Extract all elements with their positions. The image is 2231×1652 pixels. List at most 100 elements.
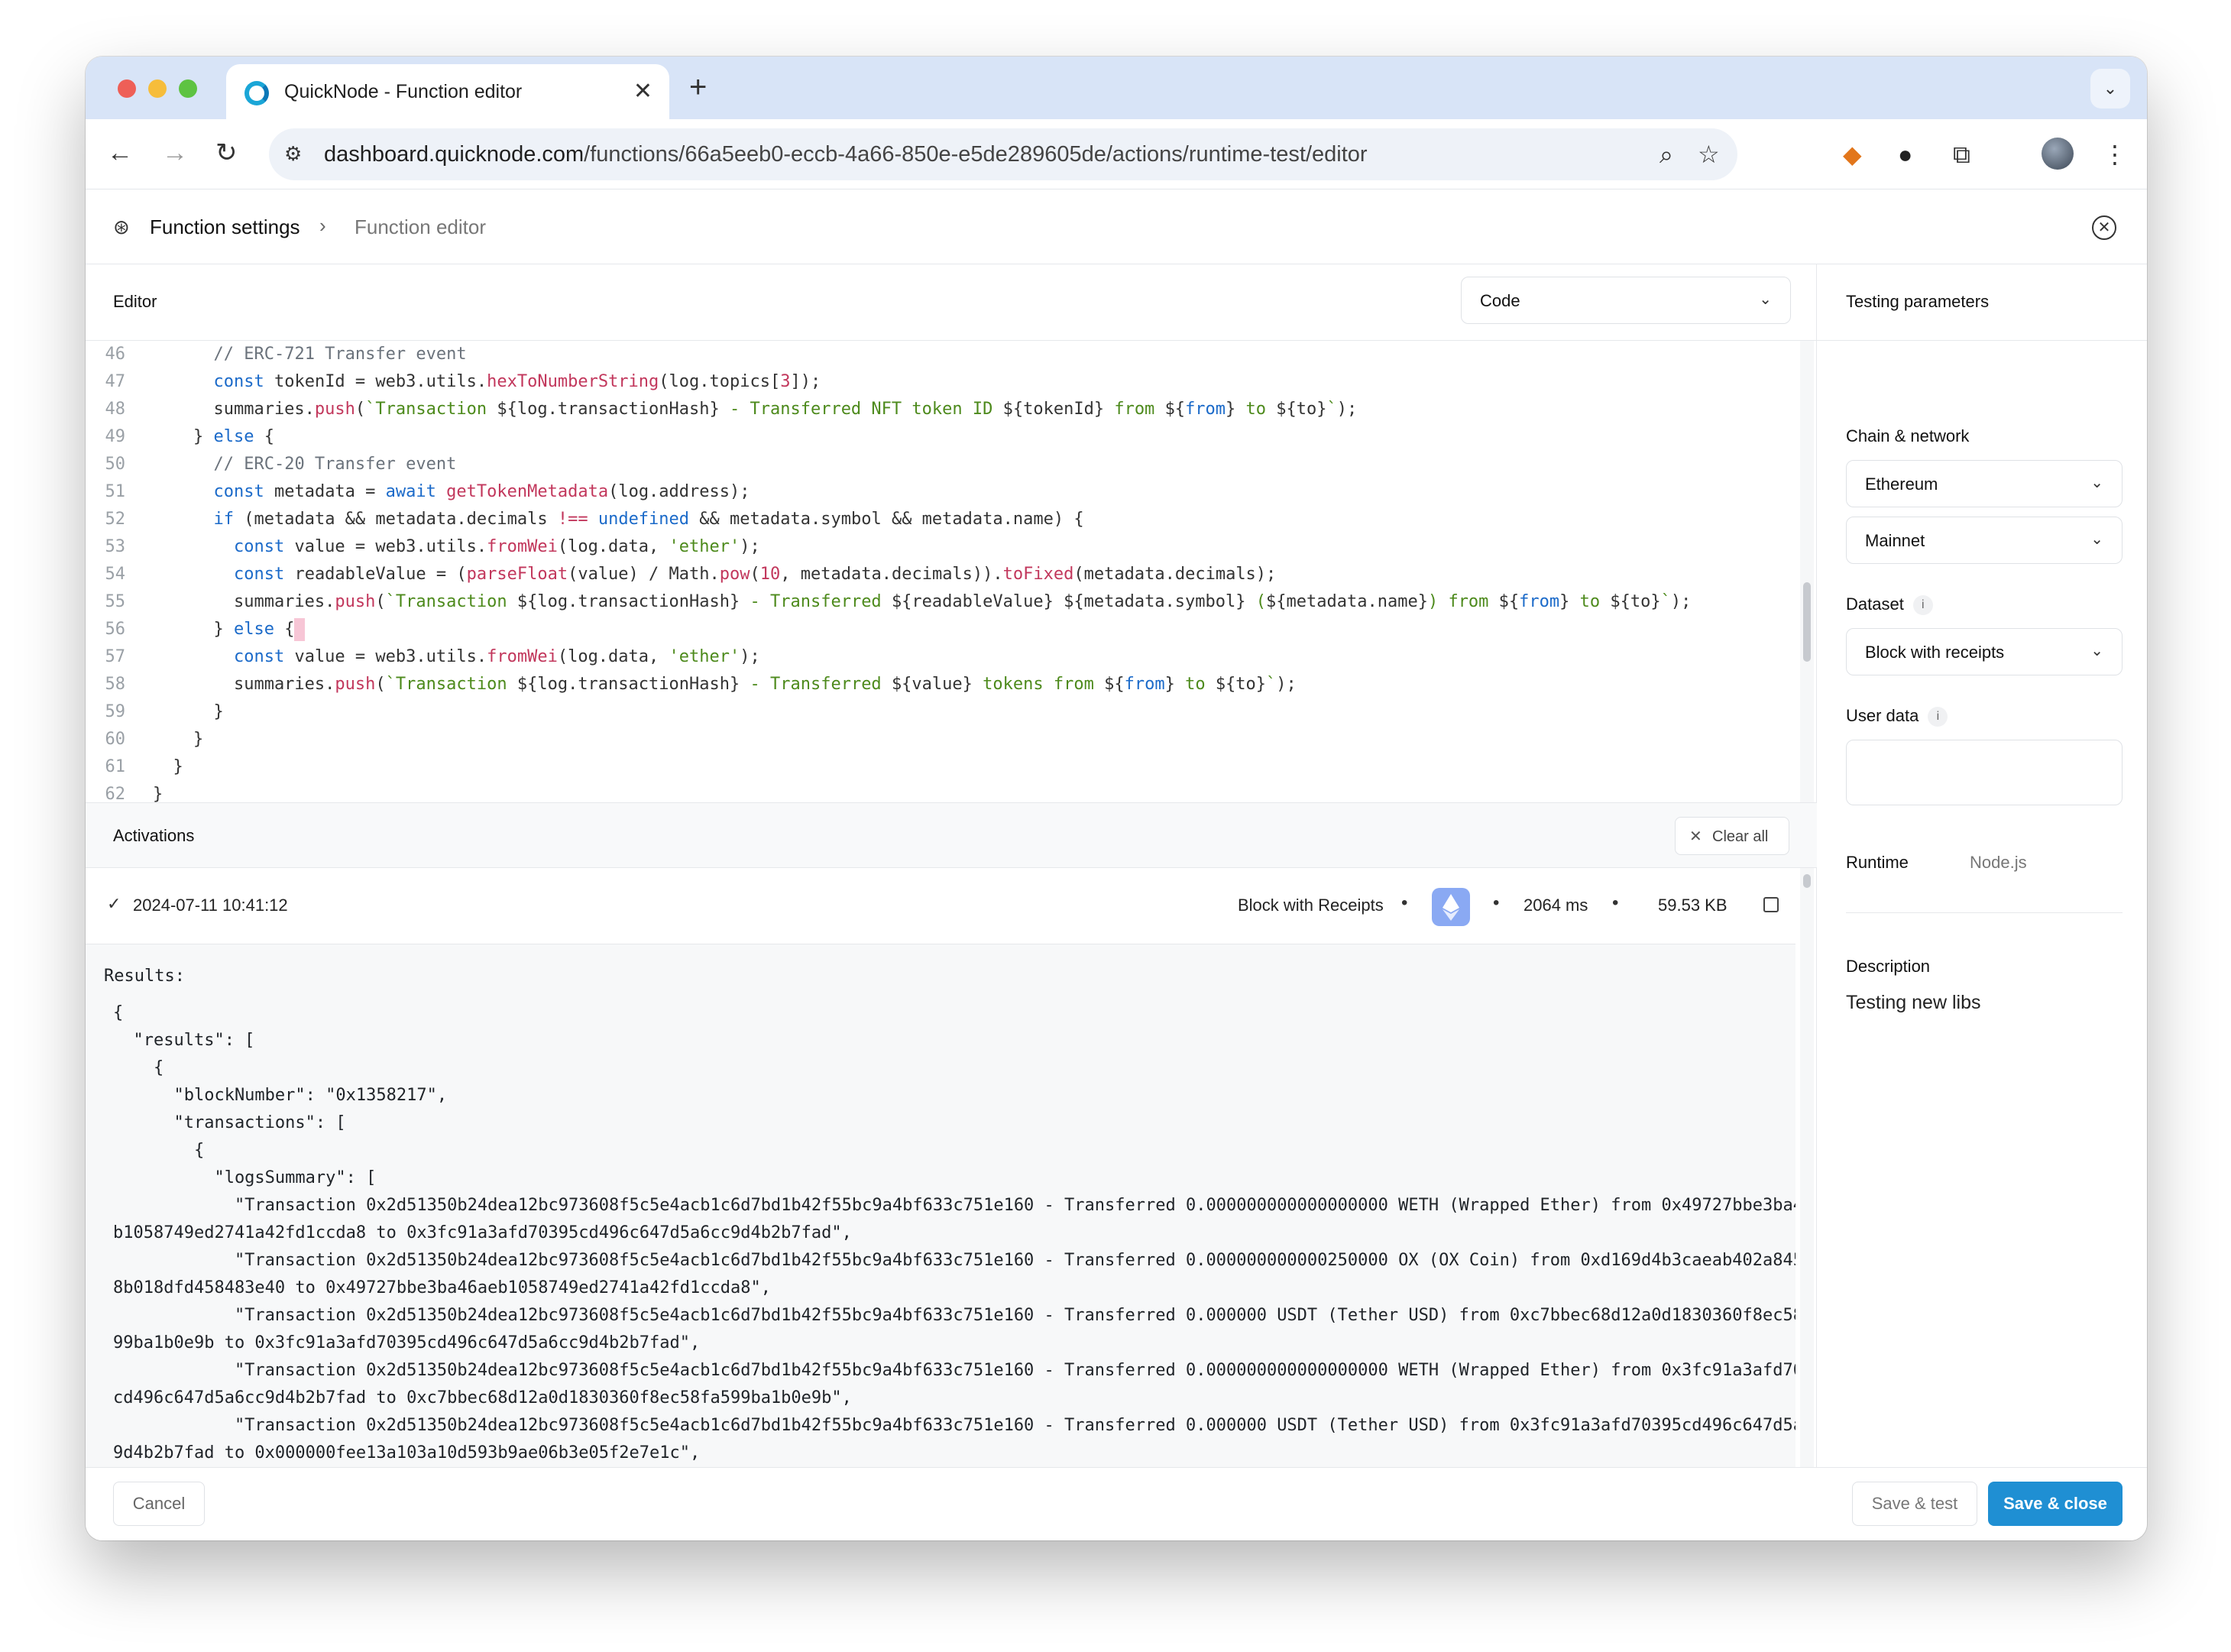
line-number: 62: [105, 785, 126, 802]
footer-bar: Cancel Save & test Save & close: [86, 1467, 2147, 1540]
editor-header: Editor Code ⌄: [86, 264, 1816, 341]
back-arrow-icon[interactable]: ←: [107, 136, 133, 170]
activations-header: Activations ✕ Clear all: [86, 802, 1817, 868]
tab-search-chevron-icon[interactable]: ⌄: [2090, 69, 2130, 109]
line-number: 47: [105, 372, 126, 391]
dataset-select[interactable]: Block with receipts ⌄: [1846, 628, 2123, 675]
runtime-value: Node.js: [1970, 853, 2027, 872]
save-and-test-button[interactable]: Save & test: [1852, 1482, 1977, 1526]
wallet-extension-icon[interactable]: ●: [1898, 138, 1912, 171]
line-number: 53: [105, 537, 126, 556]
user-data-label: User data i: [1846, 706, 1948, 727]
results-line: "Transaction 0x2d51350b24dea12bc973608f5…: [113, 1306, 1795, 1325]
network-select-value: Mainnet: [1865, 531, 1925, 550]
cancel-button[interactable]: Cancel: [113, 1482, 205, 1526]
quicknode-favicon-icon: [244, 81, 269, 105]
line-source: const readableValue = (parseFloat(value)…: [233, 565, 1277, 584]
code-editor[interactable]: 46 // ERC-721 Transfer event 47 const to…: [86, 341, 1795, 802]
results-line: "Transaction 0x2d51350b24dea12bc973608f5…: [113, 1361, 1795, 1380]
code-line: 58 summaries.push(`Transaction ${log.tra…: [86, 671, 1795, 698]
bookmark-star-icon[interactable]: ☆: [1698, 139, 1720, 170]
testing-parameters-panel: Testing parameters Chain & network Ether…: [1817, 264, 2147, 1467]
line-source: }: [153, 785, 164, 802]
profile-avatar[interactable]: [2042, 138, 2074, 170]
window-maximize-button[interactable]: [179, 79, 197, 98]
activations-title: Activations: [113, 826, 195, 845]
clear-all-label: Clear all: [1712, 828, 1769, 845]
chain-select[interactable]: Ethereum ⌄: [1846, 460, 2123, 507]
results-line: "blockNumber": "0x1358217",: [113, 1086, 448, 1105]
info-icon[interactable]: i: [1928, 707, 1948, 727]
line-number: 60: [105, 730, 126, 749]
line-number: 56: [105, 620, 126, 639]
results-line: "Transaction 0x2d51350b24dea12bc973608f5…: [113, 1251, 1795, 1270]
line-number: 49: [105, 427, 126, 446]
user-data-field[interactable]: [1846, 740, 2123, 805]
chevron-down-icon: ⌄: [2090, 643, 2103, 659]
code-line: 47 const tokenId = web3.utils.hexToNumbe…: [86, 368, 1795, 396]
chain-select-value: Ethereum: [1865, 475, 1938, 494]
zoom-search-icon[interactable]: ⌕: [1659, 139, 1673, 170]
info-icon[interactable]: i: [1912, 595, 1933, 616]
code-line: 54 const readableValue = (parseFloat(val…: [86, 561, 1795, 588]
code-line: 50 // ERC-20 Transfer event: [86, 451, 1795, 478]
network-select[interactable]: Mainnet ⌄: [1846, 517, 2123, 564]
clear-all-button[interactable]: ✕ Clear all: [1675, 817, 1789, 855]
line-number: 52: [105, 510, 126, 529]
address-bar[interactable]: ⚙ dashboard.quicknode.com/functions/66a5…: [269, 128, 1737, 180]
window-close-button[interactable]: [118, 79, 136, 98]
editor-mode-select[interactable]: Code ⌄: [1461, 277, 1791, 324]
editor-scroll-thumb[interactable]: [1803, 582, 1811, 662]
line-source: }: [153, 757, 183, 776]
tab-bar: QuickNode - Function editor ✕ + ⌄: [86, 57, 2147, 119]
line-source: }: [153, 730, 204, 749]
results-output[interactable]: Results: { "results": [ { "blockNumber":…: [86, 944, 1795, 1467]
activation-duration: 2064 ms: [1523, 896, 1588, 915]
editor-scrollbar[interactable]: [1800, 341, 1814, 802]
results-line: 9d4b2b7fad to 0x000000fee13a103a10d593b9…: [113, 1443, 701, 1463]
line-number: 59: [105, 702, 126, 721]
tab-close-icon[interactable]: ✕: [633, 76, 652, 107]
save-and-close-button[interactable]: Save & close: [1988, 1482, 2123, 1526]
close-icon: ✕: [1689, 828, 1702, 845]
line-source: summaries.push(`Transaction ${log.transa…: [153, 592, 1692, 611]
activation-row[interactable]: ✓ 2024-07-11 10:41:12 Block with Receipt…: [86, 868, 1795, 944]
new-tab-button[interactable]: +: [689, 70, 707, 104]
metamask-fox-icon[interactable]: ◆: [1843, 138, 1862, 171]
breadcrumb-function-editor: Function editor: [355, 215, 486, 238]
editor-title: Editor: [113, 292, 157, 311]
results-line: {: [113, 1003, 124, 1022]
extensions-puzzle-icon[interactable]: ⧉: [1953, 138, 1970, 171]
editor-mode-value: Code: [1480, 291, 1520, 310]
tab-title: QuickNode - Function editor: [284, 81, 523, 102]
close-editor-icon[interactable]: ✕: [2092, 215, 2116, 240]
code-line: 46 // ERC-721 Transfer event: [86, 341, 1795, 368]
chevron-down-icon: ⌄: [1759, 291, 1772, 308]
results-scrollbar[interactable]: [1800, 868, 1814, 1467]
reload-icon[interactable]: ↻: [215, 136, 238, 170]
breadcrumb-separator-icon: ›: [319, 214, 326, 237]
divider: [1846, 912, 2123, 913]
line-source: }: [153, 702, 224, 721]
line-number: 50: [105, 455, 126, 474]
code-line: 48 summaries.push(`Transaction ${log.tra…: [86, 396, 1795, 423]
browser-tab-active[interactable]: QuickNode - Function editor ✕: [226, 64, 669, 119]
results-scroll-thumb[interactable]: [1803, 874, 1811, 888]
line-number: 54: [105, 565, 126, 584]
code-line: 53 const value = web3.utils.fromWei(log.…: [86, 533, 1795, 561]
chevron-down-icon: ⌄: [2090, 475, 2103, 491]
results-line: cd496c647d5a6cc9d4b2b7fad to 0xc7bbec68d…: [113, 1388, 852, 1407]
window-minimize-button[interactable]: [148, 79, 167, 98]
site-settings-icon[interactable]: ⚙: [284, 142, 302, 166]
dataset-select-value: Block with receipts: [1865, 643, 2005, 662]
url-text[interactable]: dashboard.quicknode.com/functions/66a5ee…: [324, 142, 1368, 167]
line-source: const tokenId = web3.utils.hexToNumberSt…: [213, 372, 821, 391]
browser-menu-icon[interactable]: ⋮: [2103, 138, 2127, 171]
line-number: 51: [105, 482, 126, 501]
expand-icon[interactable]: [1763, 897, 1779, 912]
breadcrumb-function-settings[interactable]: Function settings: [150, 215, 300, 239]
chain-network-label: Chain & network: [1846, 426, 1970, 445]
forward-arrow-icon[interactable]: →: [162, 136, 188, 170]
code-line: 62}: [86, 781, 1795, 802]
separator-dot: •: [1612, 892, 1619, 913]
